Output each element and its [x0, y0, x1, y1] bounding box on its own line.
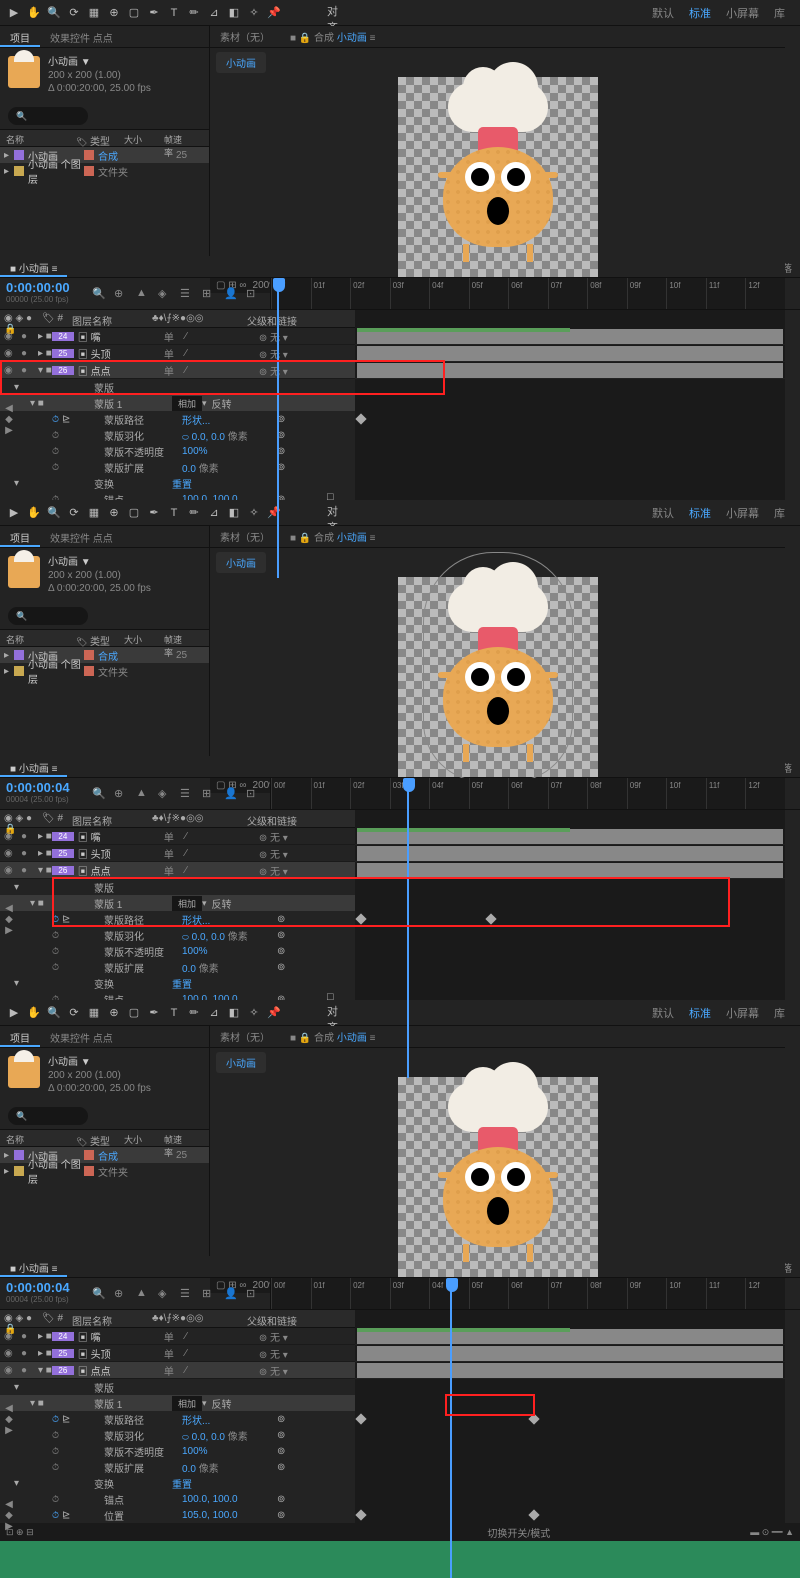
keyframe-icon[interactable]: [355, 413, 366, 424]
keyframe-icon[interactable]: [528, 1509, 539, 1520]
stopwatch-icon[interactable]: ⏱: [52, 430, 59, 440]
composition-viewer[interactable]: [210, 1077, 785, 1277]
col-layer-name[interactable]: 图层名称: [68, 310, 148, 327]
project-panel: 项目 效果控件 点点 小动画 ▼ 200 x 200 (1.00) Δ 0:00…: [0, 26, 210, 256]
motion-blur-icon[interactable]: ☰: [180, 287, 194, 301]
comp-flow-icon[interactable]: ⊕: [114, 287, 128, 301]
project-search-input[interactable]: [8, 607, 88, 625]
keyframe-icon[interactable]: [355, 1509, 366, 1520]
layer-row[interactable]: ◉ ●▸ ■25▣ 头顶单 ∕⊚ 无 ▾: [0, 845, 355, 862]
selection-tool-icon[interactable]: ▶: [5, 4, 23, 22]
timeline-tab[interactable]: ■ 小动画 ≡: [0, 256, 67, 277]
zoom-tool-icon[interactable]: 🔍: [45, 4, 63, 22]
camera-tool-icon[interactable]: ▦: [85, 4, 103, 22]
pan-behind-tool-icon[interactable]: ⊕: [105, 4, 123, 22]
comp-name: 小动画 ▼: [48, 56, 151, 69]
layer-row[interactable]: ◉ ●▸ ■24▣ 嘴单 ∕⊚ 无 ▾: [0, 328, 355, 345]
frame-blend-icon[interactable]: ◈: [158, 287, 172, 301]
hand-tool-icon[interactable]: ✋: [25, 4, 43, 22]
workspace-small[interactable]: 小屏幕: [726, 5, 759, 21]
comp-viewer-tab[interactable]: ■ 🔒 合成 小动画 ≡: [280, 25, 385, 48]
comp-dimensions: 200 x 200 (1.00): [48, 69, 151, 82]
stopwatch-icon[interactable]: ⏱: [52, 462, 59, 472]
timecode-display[interactable]: 0:00:00:00 00000 (25.00 fps): [0, 278, 82, 309]
snap-toggle[interactable]: □ 对齐: [327, 4, 345, 22]
stopwatch-icon[interactable]: ⏱: [52, 414, 59, 424]
effect-controls-tab[interactable]: 效果控件 点点: [40, 26, 123, 47]
selection-tool-icon[interactable]: ▶: [5, 504, 23, 522]
mask-path-value[interactable]: 形状...: [182, 412, 277, 427]
mask-opacity-value[interactable]: 100%: [182, 446, 277, 457]
main-toolbar: ▶ ✋ 🔍 ⟳ ▦ ⊕ ▢ ✒ T ✏ ⊿ ◧ ✧ 📌 □ 对齐 默认 标准 小…: [0, 0, 800, 26]
playhead[interactable]: [446, 1278, 458, 1309]
markers-icon[interactable]: ⊡: [246, 287, 260, 301]
col-fps[interactable]: 帧速率: [158, 130, 193, 146]
stopwatch-icon[interactable]: ⏱: [52, 446, 59, 456]
project-search-input[interactable]: [8, 107, 88, 125]
puppet-tool-icon[interactable]: 📌: [265, 4, 283, 22]
keyframe-nav-icon[interactable]: ◀ ◆ ▶: [4, 403, 14, 436]
project-item-folder[interactable]: ▸小动画 个图层文件夹: [0, 663, 209, 679]
keyframe-nav-icon[interactable]: ◀ ◆ ▶: [4, 903, 14, 936]
comp-pill[interactable]: 小动画: [216, 52, 266, 73]
roto-tool-icon[interactable]: ✧: [245, 4, 263, 22]
col-name[interactable]: 名称: [0, 130, 70, 146]
composition-viewer[interactable]: [210, 577, 785, 777]
eraser-tool-icon[interactable]: ◧: [225, 4, 243, 22]
timecode-display[interactable]: 0:00:00:0400004 (25.00 fps): [0, 778, 82, 809]
main-toolbar: ▶✋🔍⟳▦⊕▢✒T✏⊿◧✧📌 □ 对齐 默认标准小屏幕库: [0, 500, 800, 526]
keyframe-icon[interactable]: [355, 1413, 366, 1424]
project-panel: 项目效果控件 点点 小动画 ▼200 x 200 (1.00)Δ 0:00:20…: [0, 526, 210, 756]
highlight-box: [445, 1394, 535, 1416]
project-tab[interactable]: 项目: [0, 26, 40, 47]
main-toolbar: ▶✋🔍⟳▦⊕▢✒T✏⊿◧✧📌 □ 对齐 默认标准小屏幕库: [0, 1000, 800, 1026]
pen-tool-icon[interactable]: ✒: [145, 4, 163, 22]
draft-icon[interactable]: ▲: [136, 287, 150, 301]
footage-tab[interactable]: 素材（无）: [210, 25, 280, 48]
comp-thumbnail-icon: [8, 56, 40, 88]
workspace-default[interactable]: 默认: [652, 5, 674, 21]
search-icon[interactable]: 🔍: [92, 287, 106, 301]
shy-icon[interactable]: 👤: [224, 287, 238, 301]
comp-thumbnail-icon: [8, 556, 40, 588]
graph-icon[interactable]: ⊞: [202, 287, 216, 301]
mask-feather-value[interactable]: ⬭ 0.0, 0.0 像素: [182, 428, 277, 443]
workspace-library[interactable]: 库: [774, 5, 785, 21]
highlight-box: [52, 877, 730, 927]
text-tool-icon[interactable]: T: [165, 4, 183, 22]
playhead[interactable]: [403, 778, 415, 809]
layer-row[interactable]: ◉ ●▸ ■24▣ 嘴单 ∕⊚ 无 ▾: [0, 828, 355, 845]
rotate-tool-icon[interactable]: ⟳: [65, 4, 83, 22]
col-type[interactable]: 🏷 类型: [70, 130, 118, 146]
workspace-standard[interactable]: 标准: [689, 5, 711, 21]
playhead[interactable]: [273, 278, 285, 309]
brush-tool-icon[interactable]: ✏: [185, 4, 203, 22]
shape-tool-icon[interactable]: ▢: [125, 4, 143, 22]
highlight-box: [0, 360, 445, 395]
composition-viewer[interactable]: [210, 77, 785, 277]
comp-thumbnail-icon: [8, 1056, 40, 1088]
mask-expand-value[interactable]: 0.0 像素: [182, 460, 277, 475]
project-item-folder[interactable]: ▸ 小动画 个图层 文件夹: [0, 163, 209, 179]
mask-mode-dropdown[interactable]: 相加: [172, 396, 202, 411]
col-size[interactable]: 大小: [118, 130, 158, 146]
col-parent[interactable]: 父级和链接: [243, 310, 301, 327]
comp-duration: Δ 0:00:20:00, 25.00 fps: [48, 82, 151, 95]
clone-tool-icon[interactable]: ⊿: [205, 4, 223, 22]
project-panel: 项目效果控件 点点 小动画 ▼200 x 200 (1.00)Δ 0:00:20…: [0, 1026, 210, 1256]
